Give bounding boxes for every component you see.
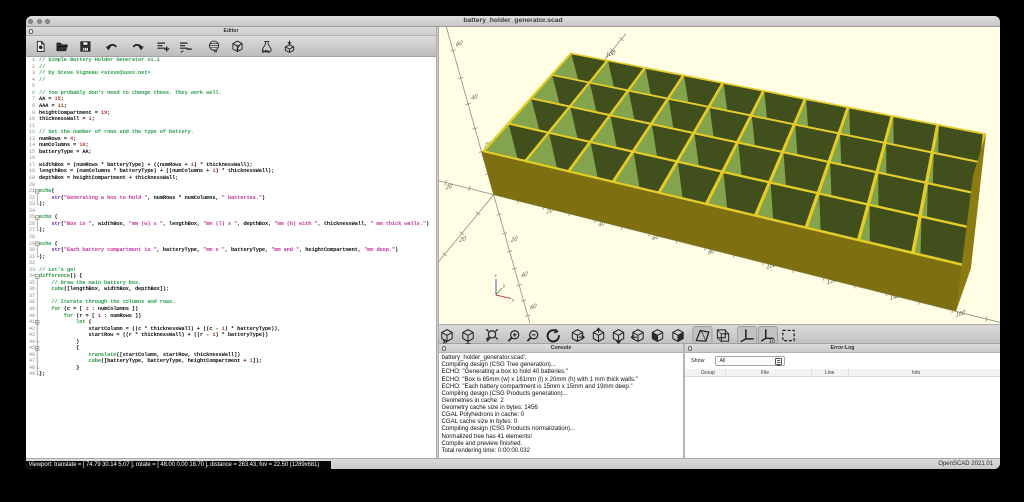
svg-text:STL: STL — [262, 49, 271, 54]
svg-text:»: » — [214, 48, 218, 55]
